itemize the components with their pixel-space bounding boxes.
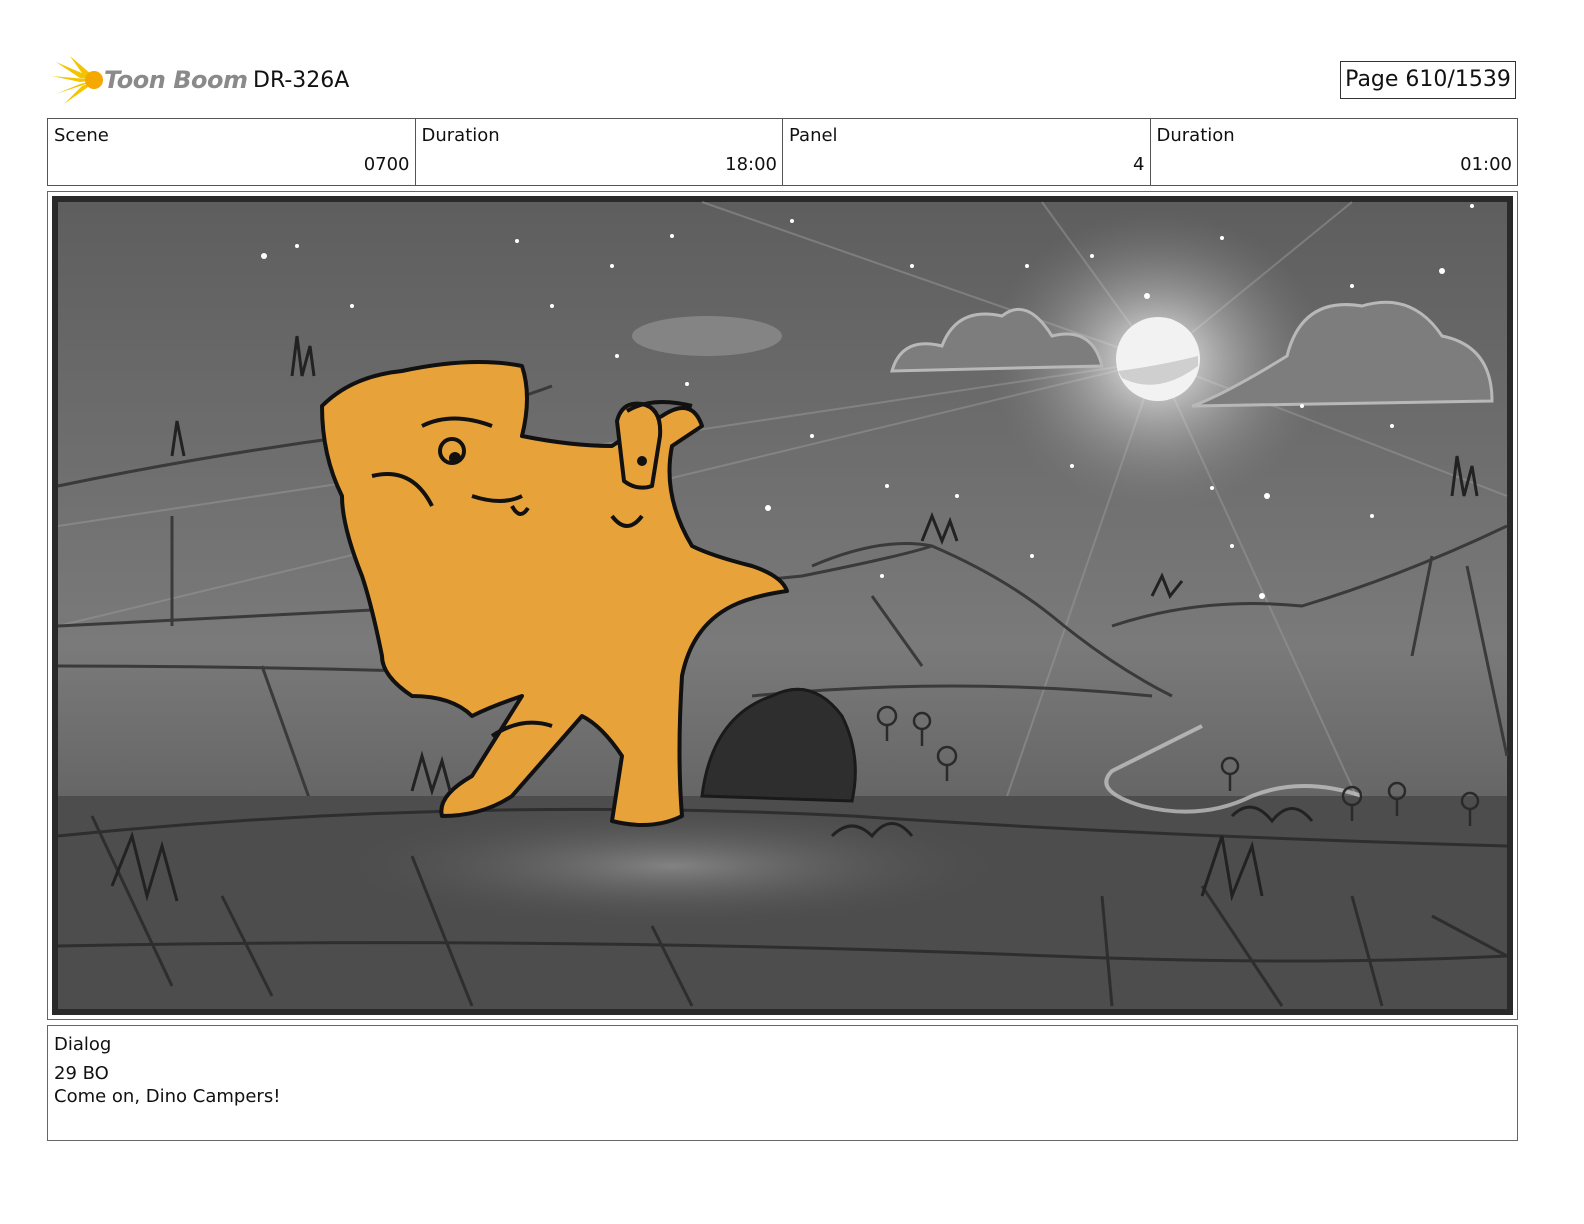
storyboard-panel — [47, 191, 1518, 1020]
toon-boom-logo: Toon Boom — [50, 54, 248, 108]
scene-value: 0700 — [363, 154, 410, 175]
logo-text: Toon Boom — [104, 66, 248, 94]
dialog-text: Come on, Dino Campers! — [54, 1086, 281, 1107]
project-code: DR-326A — [253, 68, 350, 93]
page-number: Page 610/1539 — [1340, 61, 1516, 99]
panel-value: 4 — [1133, 154, 1145, 175]
scene-cell: Scene 0700 — [48, 119, 415, 185]
panel-cell: Panel 4 — [782, 119, 1150, 185]
scene-label: Scene — [54, 125, 109, 146]
panel-label: Panel — [789, 125, 838, 146]
panel-duration-label: Duration — [1156, 125, 1235, 146]
panel-duration-cell: Duration 01:00 — [1149, 119, 1518, 185]
starburst-icon — [52, 56, 103, 104]
panel-duration-value: 01:00 — [1460, 154, 1512, 175]
scene-duration-value: 18:00 — [725, 154, 777, 175]
dialog-box: Dialog 29 BO Come on, Dino Campers! — [47, 1025, 1518, 1141]
scene-info-table: Scene 0700 Duration 18:00 Panel 4 Durati… — [47, 118, 1518, 186]
scene-duration-cell: Duration 18:00 — [414, 119, 783, 185]
panel-artwork — [52, 196, 1513, 1015]
dialog-speaker: 29 BO — [54, 1063, 109, 1084]
scene-duration-label: Duration — [421, 125, 500, 146]
dialog-label: Dialog — [54, 1034, 112, 1055]
